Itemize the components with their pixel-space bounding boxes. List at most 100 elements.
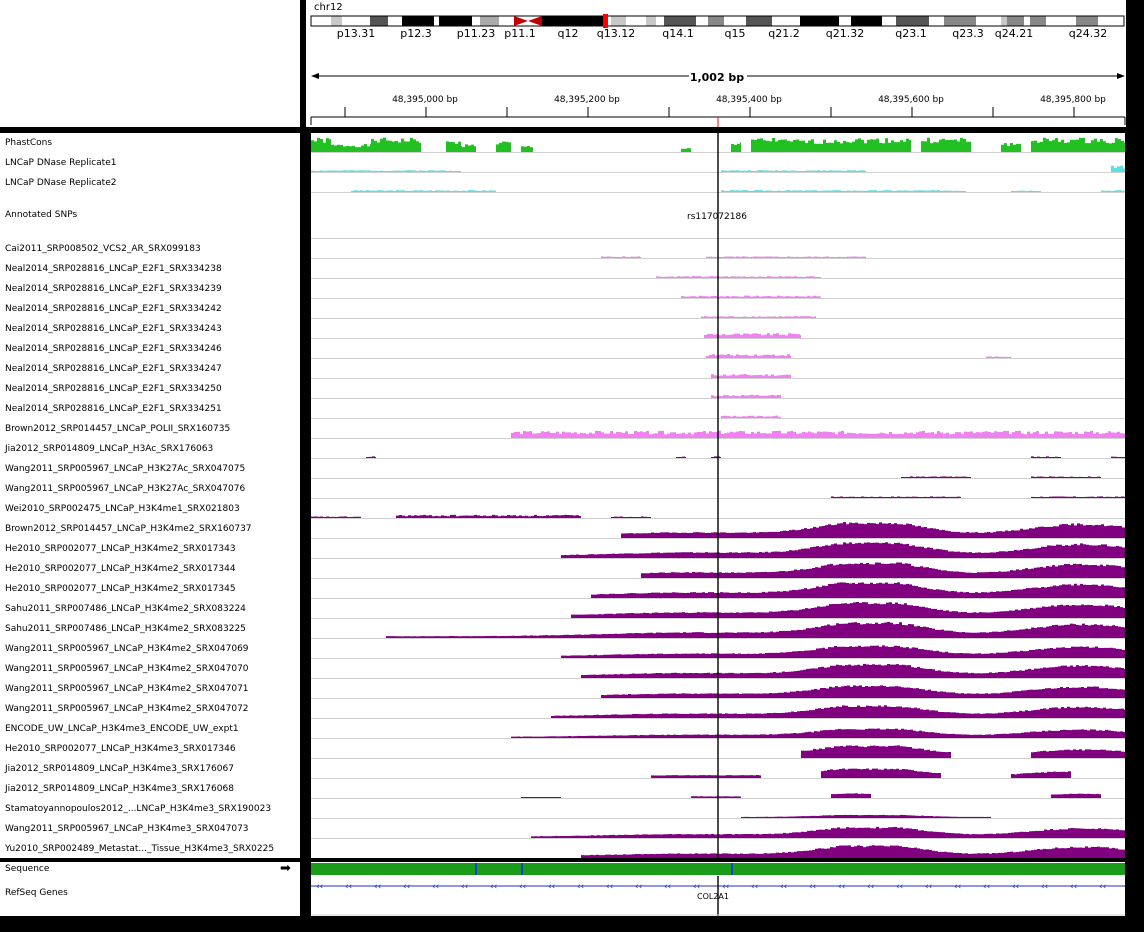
track-name-label[interactable]: Yu2010_SRP002489_Metastat..._Tissue_H3K4… — [5, 844, 274, 854]
base-mark — [641, 863, 643, 875]
track-name-label[interactable]: ENCODE_UW_LNCaP_H3K4me3_ENCODE_UW_expt1 — [5, 724, 239, 734]
track-name-label[interactable]: Stamatoyannopoulos2012_...LNCaP_H3K4me3_… — [5, 804, 271, 814]
base-mark — [787, 863, 789, 875]
coverage-profile — [781, 139, 831, 152]
base-mark — [465, 863, 467, 875]
coverage-profile — [676, 456, 686, 458]
track-name-label[interactable]: PhastCons — [5, 138, 52, 148]
track-name-label[interactable]: He2010_SRP002077_LNCaP_H3K4me3_SRX017346 — [5, 744, 236, 754]
track-name-label[interactable]: Wang2011_SRP005967_LNCaP_H3K4me2_SRX0470… — [5, 684, 249, 694]
base-mark — [865, 863, 867, 875]
band-label: q15 — [725, 27, 746, 40]
sequence-track-label[interactable]: Sequence — [5, 864, 49, 874]
track-data-svg[interactable]: rs117072186 — [311, 133, 1125, 858]
base-mark — [613, 863, 615, 875]
base-mark — [1049, 863, 1051, 875]
band-block — [664, 16, 696, 26]
centromere-right — [528, 16, 542, 26]
track-name-label[interactable]: Neal2014_SRP028816_LNCaP_E2F1_SRX334243 — [5, 324, 222, 334]
base-mark — [621, 863, 623, 875]
base-mark — [871, 863, 873, 875]
base-mark — [511, 863, 513, 875]
strand-arrow-icon[interactable]: ➡ — [280, 861, 291, 876]
base-mark — [785, 863, 787, 875]
track-name-label[interactable]: Neal2014_SRP028816_LNCaP_E2F1_SRX334242 — [5, 304, 222, 314]
track-name-label[interactable]: He2010_SRP002077_LNCaP_H3K4me2_SRX017343 — [5, 544, 236, 554]
track-name-label[interactable]: Jia2012_SRP014809_LNCaP_H3K4me3_SRX17606… — [5, 784, 234, 794]
sequence-track[interactable] — [311, 863, 1125, 877]
track-name-label[interactable]: He2010_SRP002077_LNCaP_H3K4me2_SRX017344 — [5, 564, 236, 574]
base-mark — [317, 863, 319, 875]
track-name-label[interactable]: Neal2014_SRP028816_LNCaP_E2F1_SRX334238 — [5, 264, 222, 274]
base-mark — [973, 863, 975, 875]
base-mark — [1103, 863, 1105, 875]
base-mark — [1029, 863, 1031, 875]
base-mark — [715, 863, 717, 875]
track-name-label[interactable]: Wang2011_SRP005967_LNCaP_H3K27Ac_SRX0470… — [5, 464, 245, 474]
base-mark — [483, 863, 485, 875]
strand-arrow: ‹‹ — [432, 882, 439, 892]
track-name-label[interactable]: Brown2012_SRP014457_LNCaP_POLII_SRX16073… — [5, 424, 230, 434]
track-name-label[interactable]: Wang2011_SRP005967_LNCaP_H3K4me3_SRX0470… — [5, 824, 249, 834]
base-mark — [699, 863, 701, 875]
base-mark — [1035, 863, 1037, 875]
base-mark — [1067, 863, 1069, 875]
base-mark — [1025, 863, 1027, 875]
base-mark — [769, 863, 771, 875]
track-name-label[interactable]: Wang2011_SRP005967_LNCaP_H3K4me2_SRX0470… — [5, 704, 249, 714]
base-mark — [835, 863, 837, 875]
base-mark — [655, 863, 657, 875]
band-label: q24.21 — [995, 27, 1033, 40]
base-mark — [579, 863, 581, 875]
track-name-label[interactable]: LNCaP DNase Replicate1 — [5, 158, 116, 168]
track-name-label[interactable]: He2010_SRP002077_LNCaP_H3K4me2_SRX017345 — [5, 584, 236, 594]
base-mark — [993, 863, 995, 875]
snp-label: rs117072186 — [687, 212, 747, 222]
base-mark — [919, 863, 921, 875]
coverage-profile — [311, 137, 331, 152]
track-name-label[interactable]: Neal2014_SRP028816_LNCaP_E2F1_SRX334250 — [5, 384, 222, 394]
base-mark — [441, 863, 443, 875]
band-block — [1007, 16, 1024, 26]
track-name-label[interactable]: Cai2011_SRP008502_VCS2_AR_SRX099183 — [5, 244, 201, 254]
base-mark — [369, 863, 371, 875]
track-data-panel[interactable]: rs117072186 — [311, 133, 1125, 858]
base-mark — [347, 863, 349, 875]
track-name-label[interactable]: LNCaP DNase Replicate2 — [5, 178, 116, 188]
base-mark — [677, 863, 679, 875]
base-mark — [751, 863, 753, 875]
track-name-label[interactable]: Sahu2011_SRP007486_LNCaP_H3K4me2_SRX0832… — [5, 624, 246, 634]
track-name-label[interactable]: Brown2012_SRP014457_LNCaP_H3K4me2_SRX160… — [5, 524, 252, 534]
base-mark — [873, 863, 875, 875]
base-mark — [463, 863, 465, 875]
band-block — [434, 16, 439, 26]
base-mark — [1039, 863, 1041, 875]
feature-data-panel[interactable]: ‹‹ ‹‹ ‹‹ ‹‹ ‹‹ ‹‹ ‹‹ ‹‹ ‹‹ ‹‹ ‹‹ ‹‹ ‹‹ ‹‹ ‹‹ ‹‹ ‹‹ ‹‹ ‹‹ ‹‹… — [311, 862, 1125, 916]
coverage-profile — [711, 394, 781, 398]
track-name-label[interactable]: Neal2014_SRP028816_LNCaP_E2F1_SRX334239 — [5, 284, 222, 294]
coverage-profile — [741, 814, 991, 818]
base-mark — [591, 863, 593, 875]
track-name-label[interactable]: Jia2012_SRP014809_LNCaP_H3Ac_SRX176063 — [5, 444, 213, 454]
track-name-label[interactable]: Neal2014_SRP028816_LNCaP_E2F1_SRX334251 — [5, 404, 222, 414]
chromosome-ideogram[interactable]: p13.31 p12.3 p11.23 p11.1 q12 q13.12 q14.1 q15 q… — [306, 12, 1126, 54]
base-mark — [529, 863, 531, 875]
track-name-label[interactable]: Wang2011_SRP005967_LNCaP_H3K4me2_SRX0470… — [5, 664, 249, 674]
track-name-label[interactable]: Neal2014_SRP028816_LNCaP_E2F1_SRX334247 — [5, 364, 222, 374]
base-mark — [957, 863, 959, 875]
coverage-profile — [1111, 456, 1125, 458]
band-block — [499, 16, 514, 26]
band-block — [1046, 16, 1076, 26]
refseq-track-label[interactable]: RefSeq Genes — [5, 888, 68, 898]
track-name-label[interactable]: Wang2011_SRP005967_LNCaP_H3K4me2_SRX0470… — [5, 644, 249, 654]
coverage-profile — [711, 456, 721, 458]
track-name-label[interactable]: Wei2010_SRP002475_LNCaP_H3K4me1_SRX02180… — [5, 504, 240, 514]
span-arrow-left — [311, 73, 319, 79]
track-name-label[interactable]: Wang2011_SRP005967_LNCaP_H3K27Ac_SRX0470… — [5, 484, 245, 494]
track-name-label[interactable]: Neal2014_SRP028816_LNCaP_E2F1_SRX334246 — [5, 344, 222, 354]
genome-ruler[interactable]: 1,002 bp 48,395,000 bp 48,395,200 bp 48,395… — [306, 51, 1126, 127]
track-name-label[interactable]: Annotated SNPs — [5, 210, 77, 220]
track-name-label[interactable]: Jia2012_SRP014809_LNCaP_H3K4me3_SRX17606… — [5, 764, 234, 774]
base-mark — [951, 863, 953, 875]
track-name-label[interactable]: Sahu2011_SRP007486_LNCaP_H3K4me2_SRX0832… — [5, 604, 246, 614]
